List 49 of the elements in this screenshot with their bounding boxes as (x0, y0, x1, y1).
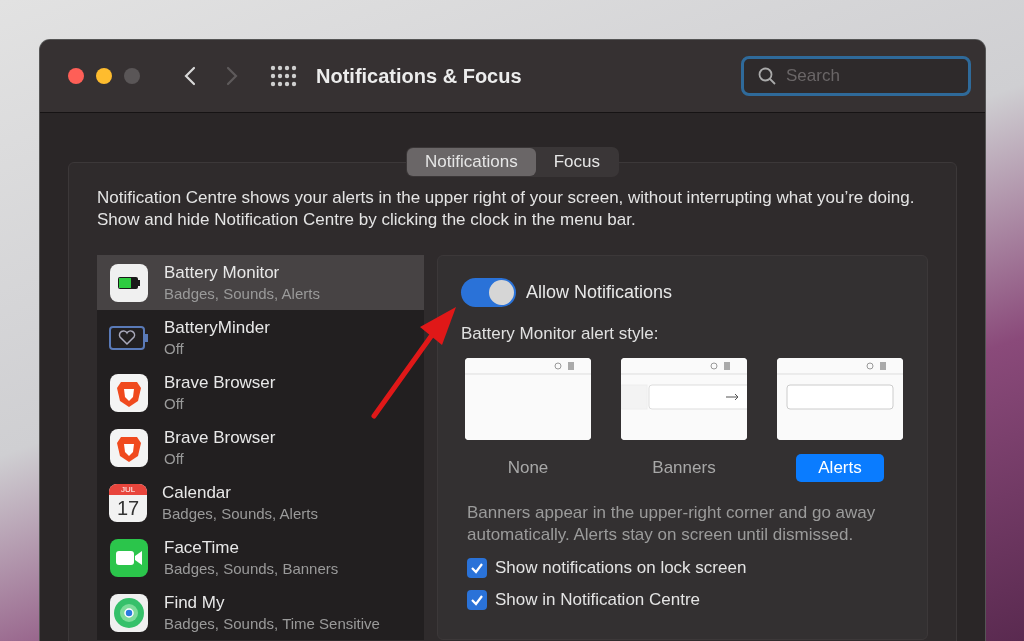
app-name: FaceTime (164, 538, 240, 558)
description-text: Notification Centre shows your alerts in the upper right of your screen, without interrupting what you’re doing. Show and hide Notification Centre by clicking the clock in the menu bar. (97, 187, 916, 231)
search-field[interactable]: Search (741, 56, 971, 96)
close-button[interactable] (68, 68, 84, 84)
app-name: Find My (164, 593, 226, 613)
app-status: Badges, Sounds, Banners (164, 560, 339, 577)
app-status: Badges, Sounds, Alerts (164, 285, 320, 302)
app-status: Off (164, 395, 185, 412)
app-status: Off (164, 340, 185, 357)
app-name: Calendar (162, 483, 232, 503)
app-status: Badges, Sounds, Alerts (162, 505, 318, 522)
app-name: Battery Monitor (164, 263, 281, 283)
lion-shield-icon (109, 427, 149, 468)
app-list-item[interactable]: Battery Monitor Badges, Sounds, Alerts (97, 255, 424, 310)
checkmark-icon (470, 593, 484, 607)
checkbox[interactable] (467, 558, 487, 578)
alert-style-label: Battery Monitor alert style: (461, 324, 660, 344)
toggle-switch[interactable] (461, 278, 516, 307)
app-status: Off (164, 450, 185, 467)
app-list-item[interactable]: BatteryMinder Off (97, 310, 424, 365)
app-list-item[interactable]: Brave Browser Off (97, 365, 424, 420)
app-name: Brave Browser (164, 373, 276, 393)
app-list-item[interactable]: JUL 17 Calendar Badges, Sounds, Alerts (97, 475, 424, 530)
video-camera-icon (109, 537, 149, 578)
checkmark-icon (470, 561, 484, 575)
battery-icon (109, 262, 149, 303)
tab[interactable]: Notifications (407, 148, 536, 176)
calendar-icon: JUL 17 (109, 483, 147, 522)
toggle-label: Allow Notifications (526, 282, 673, 303)
checkbox-label: Show notifications on lock screen (495, 558, 747, 578)
alert-style-option[interactable]: Alerts (796, 454, 884, 482)
app-name: BatteryMinder (164, 318, 270, 338)
app-list-item[interactable]: Brave Browser Off (97, 420, 424, 475)
grid-icon[interactable] (270, 65, 298, 87)
app-status: Badges, Sounds, Time Sensitive (164, 615, 380, 632)
alert-style-option[interactable]: None (485, 454, 571, 482)
app-list-item[interactable]: Find My Badges, Sounds, Time Sensitive (97, 585, 424, 640)
app-name: Brave Browser (164, 428, 276, 448)
checkbox-label: Show in Notification Centre (495, 590, 701, 610)
lion-shield-icon (109, 372, 149, 413)
radar-icon (109, 592, 149, 633)
alert-style-option[interactable]: Banners (630, 454, 738, 482)
checkbox[interactable] (467, 590, 487, 610)
app-list-item[interactable]: FaceTime Badges, Sounds, Banners (97, 530, 424, 585)
minimize-button[interactable] (96, 68, 112, 84)
help-text: Banners appear in the upper-right corner and go away automatically. Alerts stay on screen until dismissed. (467, 502, 877, 546)
search-icon (758, 67, 776, 85)
tab[interactable]: Focus (535, 148, 618, 176)
window-title: Notifications & Focus (316, 64, 522, 88)
